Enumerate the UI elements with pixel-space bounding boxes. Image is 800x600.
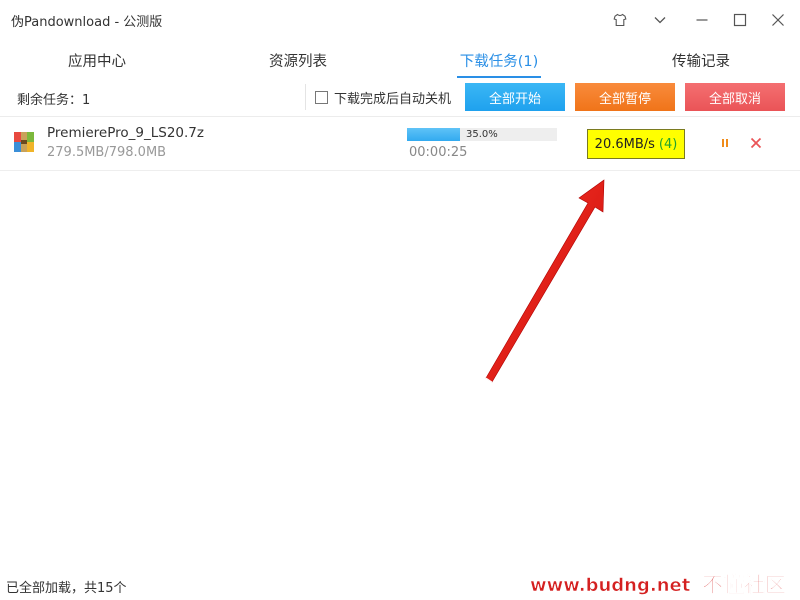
cancel-all-button[interactable]: 全部取消 bbox=[685, 83, 785, 111]
download-speed: 20.6MB/s (4) bbox=[587, 129, 685, 159]
remaining-tasks-label: 剩余任务：1 bbox=[17, 93, 91, 108]
archive-file-icon bbox=[13, 131, 35, 153]
svg-text:不懂社区: 不懂社区 bbox=[702, 573, 786, 597]
tab-transfer-history[interactable]: 传输记录 bbox=[656, 42, 746, 78]
download-toolbar: 剩余任务：1 下载完成后自动关机 全部开始 全部暂停 全部取消 bbox=[0, 82, 800, 112]
pause-all-button[interactable]: 全部暂停 bbox=[575, 83, 675, 111]
file-name: PremierePro_9_LS20.7z bbox=[47, 125, 204, 141]
tab-bar: 应用中心 资源列表 下载任务(1) 传输记录 bbox=[0, 42, 800, 80]
maximize-icon[interactable] bbox=[728, 8, 752, 32]
status-bar-text: 已全部加载，共15个 bbox=[6, 581, 127, 596]
watermark-logo: www.budng.net 不懂社区 bbox=[530, 573, 787, 598]
progress-fill bbox=[407, 128, 460, 141]
tab-app-center[interactable]: 应用中心 bbox=[52, 42, 142, 78]
app-window: 伪Pandownload - 公测版 应用中心 资源列表 下载任务(1) 传输记… bbox=[0, 0, 800, 600]
tab-download-tasks[interactable]: 下载任务(1) bbox=[452, 42, 546, 78]
elapsed-time: 00:00:25 bbox=[409, 145, 468, 160]
checkbox-icon[interactable] bbox=[315, 91, 328, 104]
speed-value: 20.6MB/s bbox=[594, 136, 655, 152]
download-row[interactable]: PremierePro_9_LS20.7z 279.5MB/798.0MB 35… bbox=[0, 117, 800, 171]
auto-shutdown-label: 下载完成后自动关机 bbox=[334, 92, 452, 107]
shirt-icon[interactable] bbox=[608, 8, 632, 32]
progress-percent: 35.0% bbox=[466, 129, 498, 140]
pause-icon[interactable] bbox=[718, 135, 732, 149]
active-tab-indicator bbox=[457, 76, 541, 78]
svg-text:www.budng.net: www.budng.net bbox=[530, 575, 691, 596]
auto-shutdown-checkbox[interactable]: 下载完成后自动关机 bbox=[315, 88, 451, 107]
progress-bar: 35.0% bbox=[407, 128, 557, 141]
window-title: 伪Pandownload - 公测版 bbox=[11, 15, 163, 30]
cancel-download-icon[interactable] bbox=[749, 135, 763, 149]
close-icon[interactable] bbox=[766, 8, 790, 32]
tab-resource-list[interactable]: 资源列表 bbox=[253, 42, 343, 78]
start-all-button[interactable]: 全部开始 bbox=[465, 83, 565, 111]
chevron-down-icon[interactable] bbox=[648, 8, 672, 32]
title-bar: 伪Pandownload - 公测版 bbox=[0, 0, 800, 40]
connection-count: (4) bbox=[658, 136, 678, 152]
minimize-icon[interactable] bbox=[690, 8, 714, 32]
toolbar-divider bbox=[305, 84, 306, 110]
file-size: 279.5MB/798.0MB bbox=[47, 145, 167, 160]
